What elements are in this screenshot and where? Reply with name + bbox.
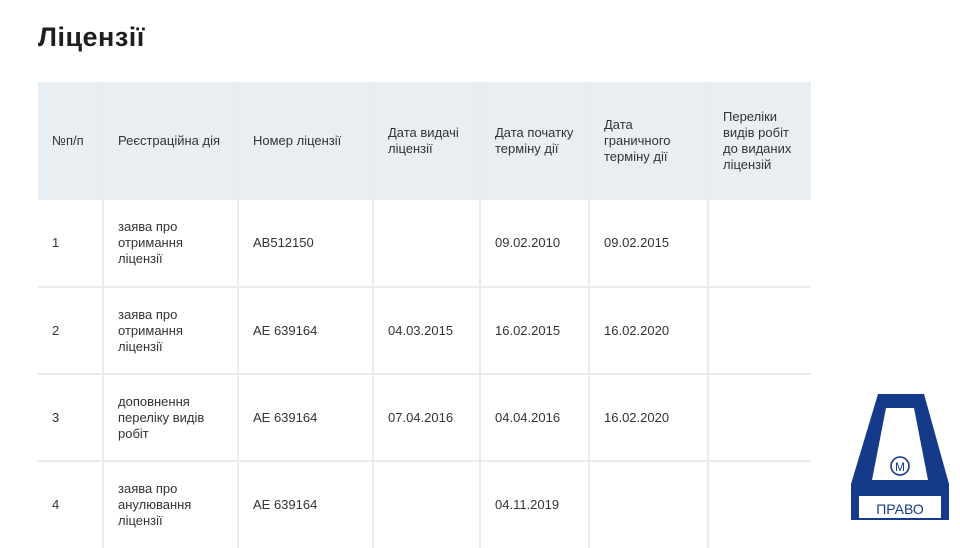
cell-number: 2 xyxy=(38,287,104,374)
table-body: 1 заява про отримання ліцензії АВ512150 … xyxy=(38,200,811,548)
cell-end-date xyxy=(589,461,709,548)
pravo-logo: ПРАВО М xyxy=(851,394,949,520)
table-header-row: №п/п Реєстраційна дія Номер ліцензії Дат… xyxy=(38,82,811,200)
cell-number: 1 xyxy=(38,200,104,287)
cell-number: 3 xyxy=(38,374,104,461)
licenses-table: №п/п Реєстраційна дія Номер ліцензії Дат… xyxy=(38,82,811,548)
column-header-work-lists: Переліки видів робіт до виданих ліцензій xyxy=(723,109,792,172)
cell-license-number: АЕ 639164 xyxy=(238,287,374,374)
table-row: 1 заява про отримання ліцензії АВ512150 … xyxy=(38,200,811,287)
licenses-table-container: №п/п Реєстраційна дія Номер ліцензії Дат… xyxy=(38,82,811,548)
logo-text: ПРАВО xyxy=(876,501,924,517)
cell-number: 4 xyxy=(38,461,104,548)
logo-mark-letter: М xyxy=(895,460,905,474)
table-header: №п/п Реєстраційна дія Номер ліцензії Дат… xyxy=(38,82,811,200)
cell-end-date: 16.02.2020 xyxy=(589,287,709,374)
cell-license-number: АЕ 639164 xyxy=(238,374,374,461)
cell-work-lists xyxy=(708,374,811,461)
cell-license-number: АЕ 639164 xyxy=(238,461,374,548)
cell-start-date: 09.02.2010 xyxy=(480,200,590,287)
cell-start-date: 04.11.2019 xyxy=(480,461,590,548)
column-header-issue-date: Дата видачі ліцензії xyxy=(373,82,481,200)
cell-work-lists xyxy=(708,200,811,287)
column-header-registration-action: Реєстраційна дія xyxy=(103,82,239,200)
column-header-license-number: Номер ліцензії xyxy=(238,82,374,200)
page-title: Ліцензії xyxy=(38,22,145,52)
cell-registration-action: заява про анулювання ліцензії xyxy=(103,461,239,548)
cell-registration-action: заява про отримання ліцензії xyxy=(103,287,239,374)
table-row: 2 заява про отримання ліцензії АЕ 639164… xyxy=(38,287,811,374)
cell-work-lists xyxy=(708,287,811,374)
cell-registration-action: заява про отримання ліцензії xyxy=(103,200,239,287)
cell-issue-date xyxy=(373,200,481,287)
column-header-end-date: Дата граничного терміну дії xyxy=(589,82,709,200)
cell-issue-date: 07.04.2016 xyxy=(373,374,481,461)
cell-end-date: 09.02.2015 xyxy=(589,200,709,287)
cell-work-lists xyxy=(708,461,811,548)
cell-registration-action: доповнення переліку видів робіт xyxy=(103,374,239,461)
column-header-number: №п/п xyxy=(38,82,104,200)
cell-start-date: 16.02.2015 xyxy=(480,287,590,374)
column-header-start-date: Дата початку терміну дії xyxy=(480,82,590,200)
cell-end-date: 16.02.2020 xyxy=(589,374,709,461)
table-row: 3 доповнення переліку видів робіт АЕ 639… xyxy=(38,374,811,461)
cell-start-date: 04.04.2016 xyxy=(480,374,590,461)
table-row: 4 заява про анулювання ліцензії АЕ 63916… xyxy=(38,461,811,548)
cell-license-number: АВ512150 xyxy=(238,200,374,287)
cell-issue-date xyxy=(373,461,481,548)
cell-issue-date: 04.03.2015 xyxy=(373,287,481,374)
